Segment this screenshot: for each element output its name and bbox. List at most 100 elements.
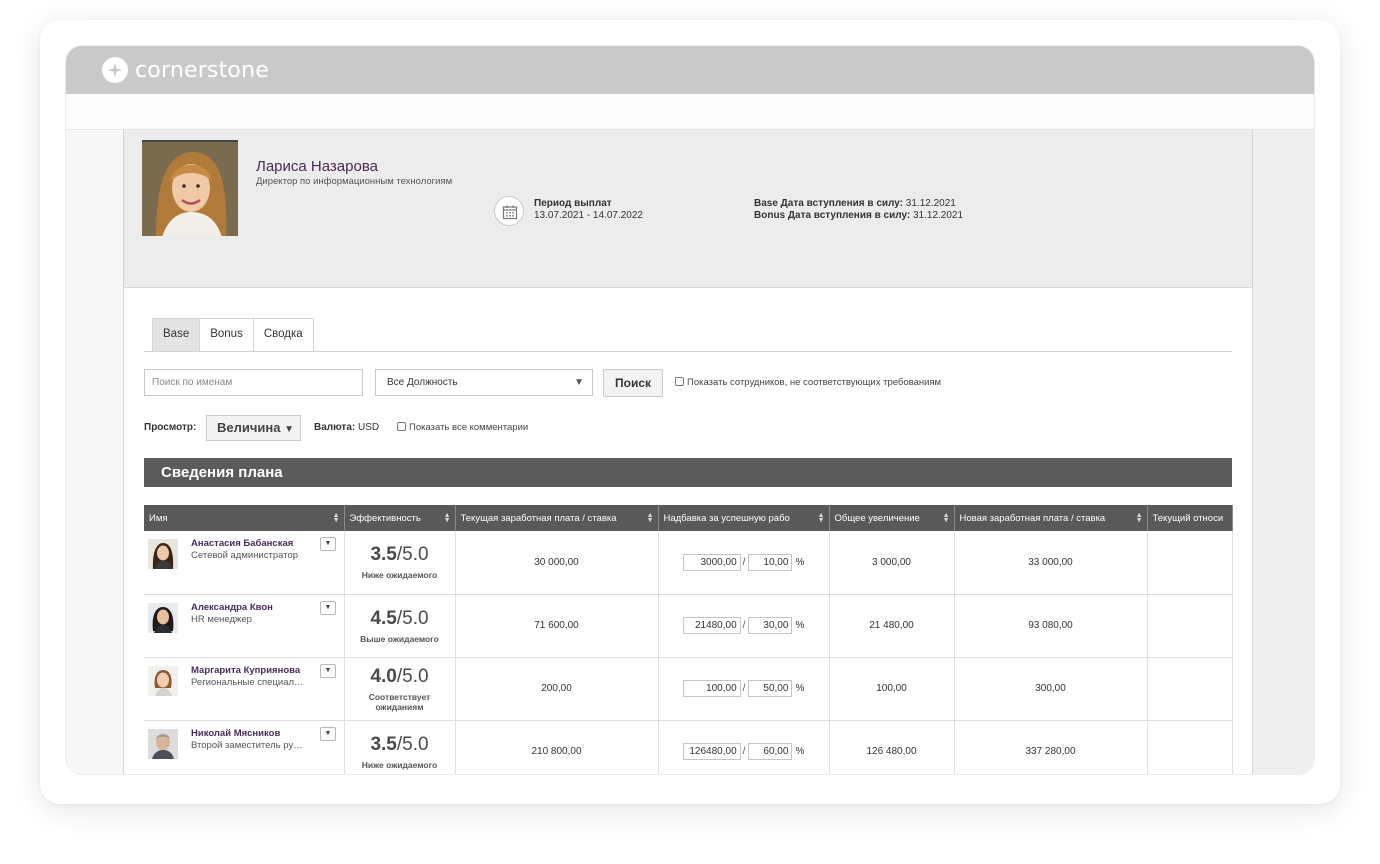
column-header-current-relative[interactable]: Текущий относи xyxy=(1147,505,1233,531)
employee-cell: Анастасия Бабанская Сетевой администрато… xyxy=(144,531,345,595)
performance-label: Ниже ожидаемого xyxy=(361,570,438,581)
table-header-row: Имя ▲ ▼ Эффективность ▲ ▼ Текущая заработная… xyxy=(144,505,1233,531)
merit-cell: 100,00/50,00% xyxy=(658,657,830,721)
column-header-merit[interactable]: Надбавка за успешную рабо ▲ ▼ xyxy=(658,505,830,531)
employee-cell: Николай Мясников Второй заместитель ру… … xyxy=(144,720,345,774)
table-row: Анастасия Бабанская Сетевой администрато… xyxy=(144,531,1233,595)
table-row: Маргарита Куприянова Региональные специа… xyxy=(144,657,1233,721)
column-header-performance[interactable]: Эффективность ▲ ▼ xyxy=(344,505,456,531)
view-mode-value: Величина xyxy=(217,420,281,435)
employee-name[interactable]: Анастасия Бабанская xyxy=(191,538,293,549)
performance-cell: 4.5/5.0 Выше ожидаемого xyxy=(344,594,456,658)
brand-bar: cornerstone xyxy=(66,46,1314,94)
tab-summary[interactable]: Сводка xyxy=(252,318,314,351)
merit-cell: 3000,00/10,00% xyxy=(658,531,830,595)
currency-label: Валюта: xyxy=(314,422,356,433)
show-comments-label: Показать все комментарии xyxy=(409,422,529,433)
sort-icon: ▲ ▼ xyxy=(646,512,654,524)
new-salary-cell: 93 080,00 xyxy=(954,594,1148,658)
brand-logo[interactable]: cornerstone xyxy=(102,57,269,83)
manager-name[interactable]: Лариса Назарова xyxy=(256,158,378,175)
total-increase-cell: 3 000,00 xyxy=(829,531,955,595)
total-increase-cell: 21 480,00 xyxy=(829,594,955,658)
merit-amount-input[interactable]: 126480,00 xyxy=(682,743,741,760)
pay-period-value: 13.07.2021 - 14.07.2022 xyxy=(534,210,643,221)
row-menu-button[interactable]: ▼ xyxy=(320,600,336,615)
merit-cell: 126480,00/60,00% xyxy=(658,720,830,774)
merit-amount-input[interactable]: 21480,00 xyxy=(682,617,741,634)
merit-percent-input[interactable]: 60,00 xyxy=(748,743,793,760)
column-header-current-salary[interactable]: Текущая заработная плата / ставка ▲ ▼ xyxy=(455,505,659,531)
merit-percent-input[interactable]: 50,00 xyxy=(748,680,793,697)
bonus-date-label: Bonus Дата вступления в силу: xyxy=(754,210,911,221)
column-header-total-increase[interactable]: Общее увеличение ▲ ▼ xyxy=(829,505,955,531)
manager-avatar xyxy=(142,140,238,236)
performance-score: 4.0/5.0 xyxy=(370,665,429,687)
chevron-down-icon: ▼ xyxy=(284,424,295,435)
plan-table: Имя ▲ ▼ Эффективность ▲ ▼ Текущая заработная… xyxy=(144,505,1233,774)
plan-tabs: Base Bonus Сводка xyxy=(152,318,314,351)
name-search-input[interactable] xyxy=(144,369,363,396)
performance-score: 3.5/5.0 xyxy=(370,544,429,566)
base-date-label: Base Дата вступления в силу: xyxy=(754,198,904,209)
performance-label: Выше ожидаемого xyxy=(360,633,439,644)
show-noncompliant-checkbox[interactable] xyxy=(675,377,684,386)
merit-amount-input[interactable]: 3000,00 xyxy=(682,553,741,571)
cornerstone-logo-icon xyxy=(102,57,128,83)
tab-base[interactable]: Base xyxy=(152,318,201,351)
show-comments-checkbox[interactable] xyxy=(397,422,406,431)
employee-role: Второй заместитель ру… xyxy=(191,739,303,751)
current-salary-cell: 210 800,00 xyxy=(455,720,659,774)
total-increase-cell: 126 480,00 xyxy=(829,720,955,774)
current-salary-cell: 71 600,00 xyxy=(455,594,659,658)
current-relative-cell xyxy=(1147,594,1233,658)
pay-period: Период выплат 13.07.2021 - 14.07.2022 xyxy=(534,198,643,222)
current-salary-cell: 30 000,00 xyxy=(455,531,659,595)
current-salary-cell: 200,00 xyxy=(455,657,659,721)
employee-name[interactable]: Маргарита Куприянова xyxy=(191,665,300,676)
search-button[interactable]: Поиск xyxy=(603,369,663,397)
row-menu-button[interactable]: ▼ xyxy=(320,726,336,741)
employee-cell: Александра Квон HR менеджер ▼ xyxy=(144,594,345,658)
merit-amount-input[interactable]: 100,00 xyxy=(682,680,741,697)
currency-value: USD xyxy=(358,422,380,433)
merit-percent-input[interactable]: 30,00 xyxy=(748,617,793,634)
app-window: cornerstone Лариса Назарова Директор по … xyxy=(66,46,1314,774)
performance-label: Соответствует ожиданиям xyxy=(368,691,431,712)
base-date-value: 31.12.2021 xyxy=(905,198,956,209)
table-row: Александра Квон HR менеджер ▼ 4.5/5.0 Вы… xyxy=(144,594,1233,658)
merit-cell: 21480,00/30,00% xyxy=(658,594,830,658)
show-noncompliant-label: Показать сотрудников, не соответствующих… xyxy=(687,377,942,388)
column-header-new-salary[interactable]: Новая заработная плата / ставка ▲ ▼ xyxy=(954,505,1148,531)
currency: Валюта: USD xyxy=(314,422,379,433)
employee-avatar xyxy=(148,728,178,759)
tabs-divider xyxy=(144,351,1232,352)
row-menu-button[interactable]: ▼ xyxy=(320,663,336,678)
right-gutter xyxy=(1253,130,1314,774)
merit-percent-input[interactable]: 10,00 xyxy=(748,553,793,571)
employee-avatar xyxy=(148,602,178,633)
employee-name[interactable]: Николай Мясников xyxy=(191,728,280,739)
employee-avatar xyxy=(148,665,178,696)
tab-bonus[interactable]: Bonus xyxy=(199,318,254,351)
chevron-down-icon: ▼ xyxy=(324,729,332,737)
chevron-down-icon: ▼ xyxy=(324,666,332,674)
sort-icon: ▲ ▼ xyxy=(443,512,451,524)
employee-cell: Маргарита Куприянова Региональные специа… xyxy=(144,657,345,721)
employee-name[interactable]: Александра Квон xyxy=(191,602,273,613)
sort-icon: ▲ ▼ xyxy=(817,512,825,524)
performance-cell: 3.5/5.0 Ниже ожидаемого xyxy=(344,720,456,774)
sort-icon: ▲ ▼ xyxy=(332,512,340,524)
show-noncompliant-option[interactable]: Показать сотрудников, не соответствующих… xyxy=(675,377,941,388)
chevron-down-icon: ▼ xyxy=(324,540,332,547)
performance-score: 3.5/5.0 xyxy=(370,733,429,755)
table-row: Николай Мясников Второй заместитель ру… … xyxy=(144,720,1233,774)
show-comments-option[interactable]: Показать все комментарии xyxy=(397,422,528,433)
row-menu-button[interactable]: ▼ xyxy=(320,537,336,551)
position-select[interactable]: Все Должность ▼ xyxy=(375,369,593,396)
view-mode-select[interactable]: Величина ▼ xyxy=(206,415,301,441)
manager-role: Директор по информационным технологиям xyxy=(256,176,453,187)
profile-header: Лариса Назарова Директор по информационн… xyxy=(124,130,1252,288)
column-header-name[interactable]: Имя ▲ ▼ xyxy=(144,505,345,531)
calendar-icon xyxy=(494,196,524,226)
